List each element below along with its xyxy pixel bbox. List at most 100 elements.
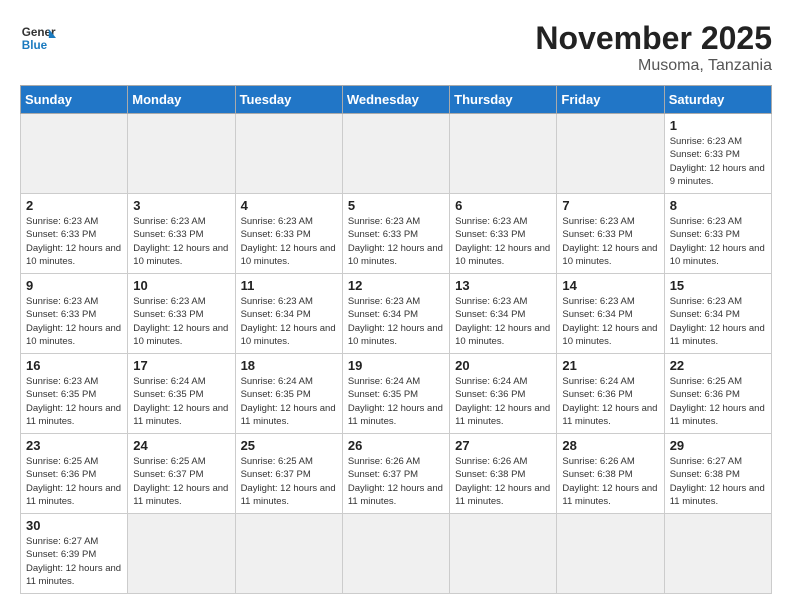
day-number: 5 <box>348 198 444 213</box>
cell-info: Sunrise: 6:23 AM Sunset: 6:33 PM Dayligh… <box>670 215 766 268</box>
calendar-cell <box>128 114 235 194</box>
calendar-cell: 11 Sunrise: 6:23 AM Sunset: 6:34 PM Dayli… <box>235 274 342 354</box>
day-number: 1 <box>670 118 766 133</box>
cell-info: Sunrise: 6:25 AM Sunset: 6:36 PM Dayligh… <box>670 375 766 428</box>
cell-info: Sunrise: 6:24 AM Sunset: 6:35 PM Dayligh… <box>348 375 444 428</box>
calendar-cell: 3 Sunrise: 6:23 AM Sunset: 6:33 PM Daylig… <box>128 194 235 274</box>
calendar-cell: 28 Sunrise: 6:26 AM Sunset: 6:38 PM Dayli… <box>557 434 664 514</box>
calendar-cell <box>128 514 235 594</box>
day-number: 8 <box>670 198 766 213</box>
cell-info: Sunrise: 6:26 AM Sunset: 6:37 PM Dayligh… <box>348 455 444 508</box>
calendar-header-row: SundayMondayTuesdayWednesdayThursdayFrid… <box>21 86 772 114</box>
logo-icon: General Blue <box>20 20 56 56</box>
calendar-cell: 7Sunrise: 6:23 AM Sunset: 6:33 PM Daylig… <box>557 194 664 274</box>
calendar-cell: 21 Sunrise: 6:24 AM Sunset: 6:36 PM Dayli… <box>557 354 664 434</box>
calendar-cell: 8 Sunrise: 6:23 AM Sunset: 6:33 PM Daylig… <box>664 194 771 274</box>
calendar-cell <box>664 514 771 594</box>
day-number: 29 <box>670 438 766 453</box>
calendar-cell <box>21 114 128 194</box>
calendar-cell: 22Sunrise: 6:25 AM Sunset: 6:36 PM Dayli… <box>664 354 771 434</box>
calendar-cell: 29Sunrise: 6:27 AM Sunset: 6:38 PM Dayli… <box>664 434 771 514</box>
calendar-week-0: 1 Sunrise: 6:23 AM Sunset: 6:33 PM Daylig… <box>21 114 772 194</box>
cell-info: Sunrise: 6:23 AM Sunset: 6:33 PM Dayligh… <box>241 215 337 268</box>
calendar-cell: 23 Sunrise: 6:25 AM Sunset: 6:36 PM Dayli… <box>21 434 128 514</box>
day-number: 15 <box>670 278 766 293</box>
calendar-cell <box>235 114 342 194</box>
cell-info: Sunrise: 6:23 AM Sunset: 6:33 PM Dayligh… <box>348 215 444 268</box>
cell-info: Sunrise: 6:23 AM Sunset: 6:33 PM Dayligh… <box>133 215 229 268</box>
cell-info: Sunrise: 6:23 AM Sunset: 6:34 PM Dayligh… <box>562 295 658 348</box>
cell-info: Sunrise: 6:24 AM Sunset: 6:36 PM Dayligh… <box>562 375 658 428</box>
header-sunday: Sunday <box>21 86 128 114</box>
day-number: 11 <box>241 278 337 293</box>
calendar-cell <box>342 114 449 194</box>
cell-info: Sunrise: 6:23 AM Sunset: 6:33 PM Dayligh… <box>562 215 658 268</box>
day-number: 4 <box>241 198 337 213</box>
calendar-week-5: 30 Sunrise: 6:27 AM Sunset: 6:39 PM Dayli… <box>21 514 772 594</box>
calendar-cell: 17 Sunrise: 6:24 AM Sunset: 6:35 PM Dayli… <box>128 354 235 434</box>
title-area: November 2025 Musoma, Tanzania <box>535 20 772 75</box>
cell-info: Sunrise: 6:24 AM Sunset: 6:35 PM Dayligh… <box>241 375 337 428</box>
day-number: 21 <box>562 358 658 373</box>
cell-info: Sunrise: 6:25 AM Sunset: 6:36 PM Dayligh… <box>26 455 122 508</box>
calendar-cell: 4 Sunrise: 6:23 AM Sunset: 6:33 PM Daylig… <box>235 194 342 274</box>
calendar-cell: 16Sunrise: 6:23 AM Sunset: 6:35 PM Dayli… <box>21 354 128 434</box>
cell-info: Sunrise: 6:23 AM Sunset: 6:33 PM Dayligh… <box>133 295 229 348</box>
day-number: 10 <box>133 278 229 293</box>
calendar-cell: 6Sunrise: 6:23 AM Sunset: 6:33 PM Daylig… <box>450 194 557 274</box>
svg-text:Blue: Blue <box>22 39 48 52</box>
header-monday: Monday <box>128 86 235 114</box>
day-number: 2 <box>26 198 122 213</box>
day-number: 9 <box>26 278 122 293</box>
page-header: General Blue November 2025 Musoma, Tanza… <box>20 20 772 75</box>
header-friday: Friday <box>557 86 664 114</box>
cell-info: Sunrise: 6:24 AM Sunset: 6:35 PM Dayligh… <box>133 375 229 428</box>
cell-info: Sunrise: 6:23 AM Sunset: 6:33 PM Dayligh… <box>670 135 766 188</box>
calendar-cell: 2 Sunrise: 6:23 AM Sunset: 6:33 PM Daylig… <box>21 194 128 274</box>
day-number: 30 <box>26 518 122 533</box>
day-number: 28 <box>562 438 658 453</box>
day-number: 23 <box>26 438 122 453</box>
calendar-cell <box>235 514 342 594</box>
cell-info: Sunrise: 6:23 AM Sunset: 6:34 PM Dayligh… <box>348 295 444 348</box>
day-number: 13 <box>455 278 551 293</box>
calendar-cell: 20 Sunrise: 6:24 AM Sunset: 6:36 PM Dayli… <box>450 354 557 434</box>
day-number: 17 <box>133 358 229 373</box>
day-number: 3 <box>133 198 229 213</box>
cell-info: Sunrise: 6:23 AM Sunset: 6:33 PM Dayligh… <box>26 215 122 268</box>
cell-info: Sunrise: 6:24 AM Sunset: 6:36 PM Dayligh… <box>455 375 551 428</box>
cell-info: Sunrise: 6:23 AM Sunset: 6:34 PM Dayligh… <box>241 295 337 348</box>
day-number: 20 <box>455 358 551 373</box>
location-title: Musoma, Tanzania <box>535 57 772 75</box>
day-number: 19 <box>348 358 444 373</box>
header-thursday: Thursday <box>450 86 557 114</box>
calendar-cell: 24Sunrise: 6:25 AM Sunset: 6:37 PM Dayli… <box>128 434 235 514</box>
day-number: 18 <box>241 358 337 373</box>
calendar-cell: 5 Sunrise: 6:23 AM Sunset: 6:33 PM Daylig… <box>342 194 449 274</box>
month-title: November 2025 <box>535 20 772 57</box>
day-number: 27 <box>455 438 551 453</box>
calendar-week-1: 2 Sunrise: 6:23 AM Sunset: 6:33 PM Daylig… <box>21 194 772 274</box>
calendar-cell: 26 Sunrise: 6:26 AM Sunset: 6:37 PM Dayli… <box>342 434 449 514</box>
header-wednesday: Wednesday <box>342 86 449 114</box>
calendar-cell: 19 Sunrise: 6:24 AM Sunset: 6:35 PM Dayli… <box>342 354 449 434</box>
cell-info: Sunrise: 6:23 AM Sunset: 6:34 PM Dayligh… <box>455 295 551 348</box>
calendar-week-3: 16Sunrise: 6:23 AM Sunset: 6:35 PM Dayli… <box>21 354 772 434</box>
calendar-cell <box>557 114 664 194</box>
calendar-cell <box>557 514 664 594</box>
calendar-cell: 9 Sunrise: 6:23 AM Sunset: 6:33 PM Daylig… <box>21 274 128 354</box>
day-number: 26 <box>348 438 444 453</box>
cell-info: Sunrise: 6:26 AM Sunset: 6:38 PM Dayligh… <box>562 455 658 508</box>
header-tuesday: Tuesday <box>235 86 342 114</box>
calendar-cell <box>450 114 557 194</box>
cell-info: Sunrise: 6:25 AM Sunset: 6:37 PM Dayligh… <box>241 455 337 508</box>
cell-info: Sunrise: 6:27 AM Sunset: 6:39 PM Dayligh… <box>26 535 122 588</box>
header-saturday: Saturday <box>664 86 771 114</box>
cell-info: Sunrise: 6:23 AM Sunset: 6:34 PM Dayligh… <box>670 295 766 348</box>
day-number: 12 <box>348 278 444 293</box>
day-number: 24 <box>133 438 229 453</box>
cell-info: Sunrise: 6:23 AM Sunset: 6:33 PM Dayligh… <box>26 295 122 348</box>
calendar-week-4: 23 Sunrise: 6:25 AM Sunset: 6:36 PM Dayli… <box>21 434 772 514</box>
calendar-cell: 18 Sunrise: 6:24 AM Sunset: 6:35 PM Dayli… <box>235 354 342 434</box>
cell-info: Sunrise: 6:23 AM Sunset: 6:33 PM Dayligh… <box>455 215 551 268</box>
